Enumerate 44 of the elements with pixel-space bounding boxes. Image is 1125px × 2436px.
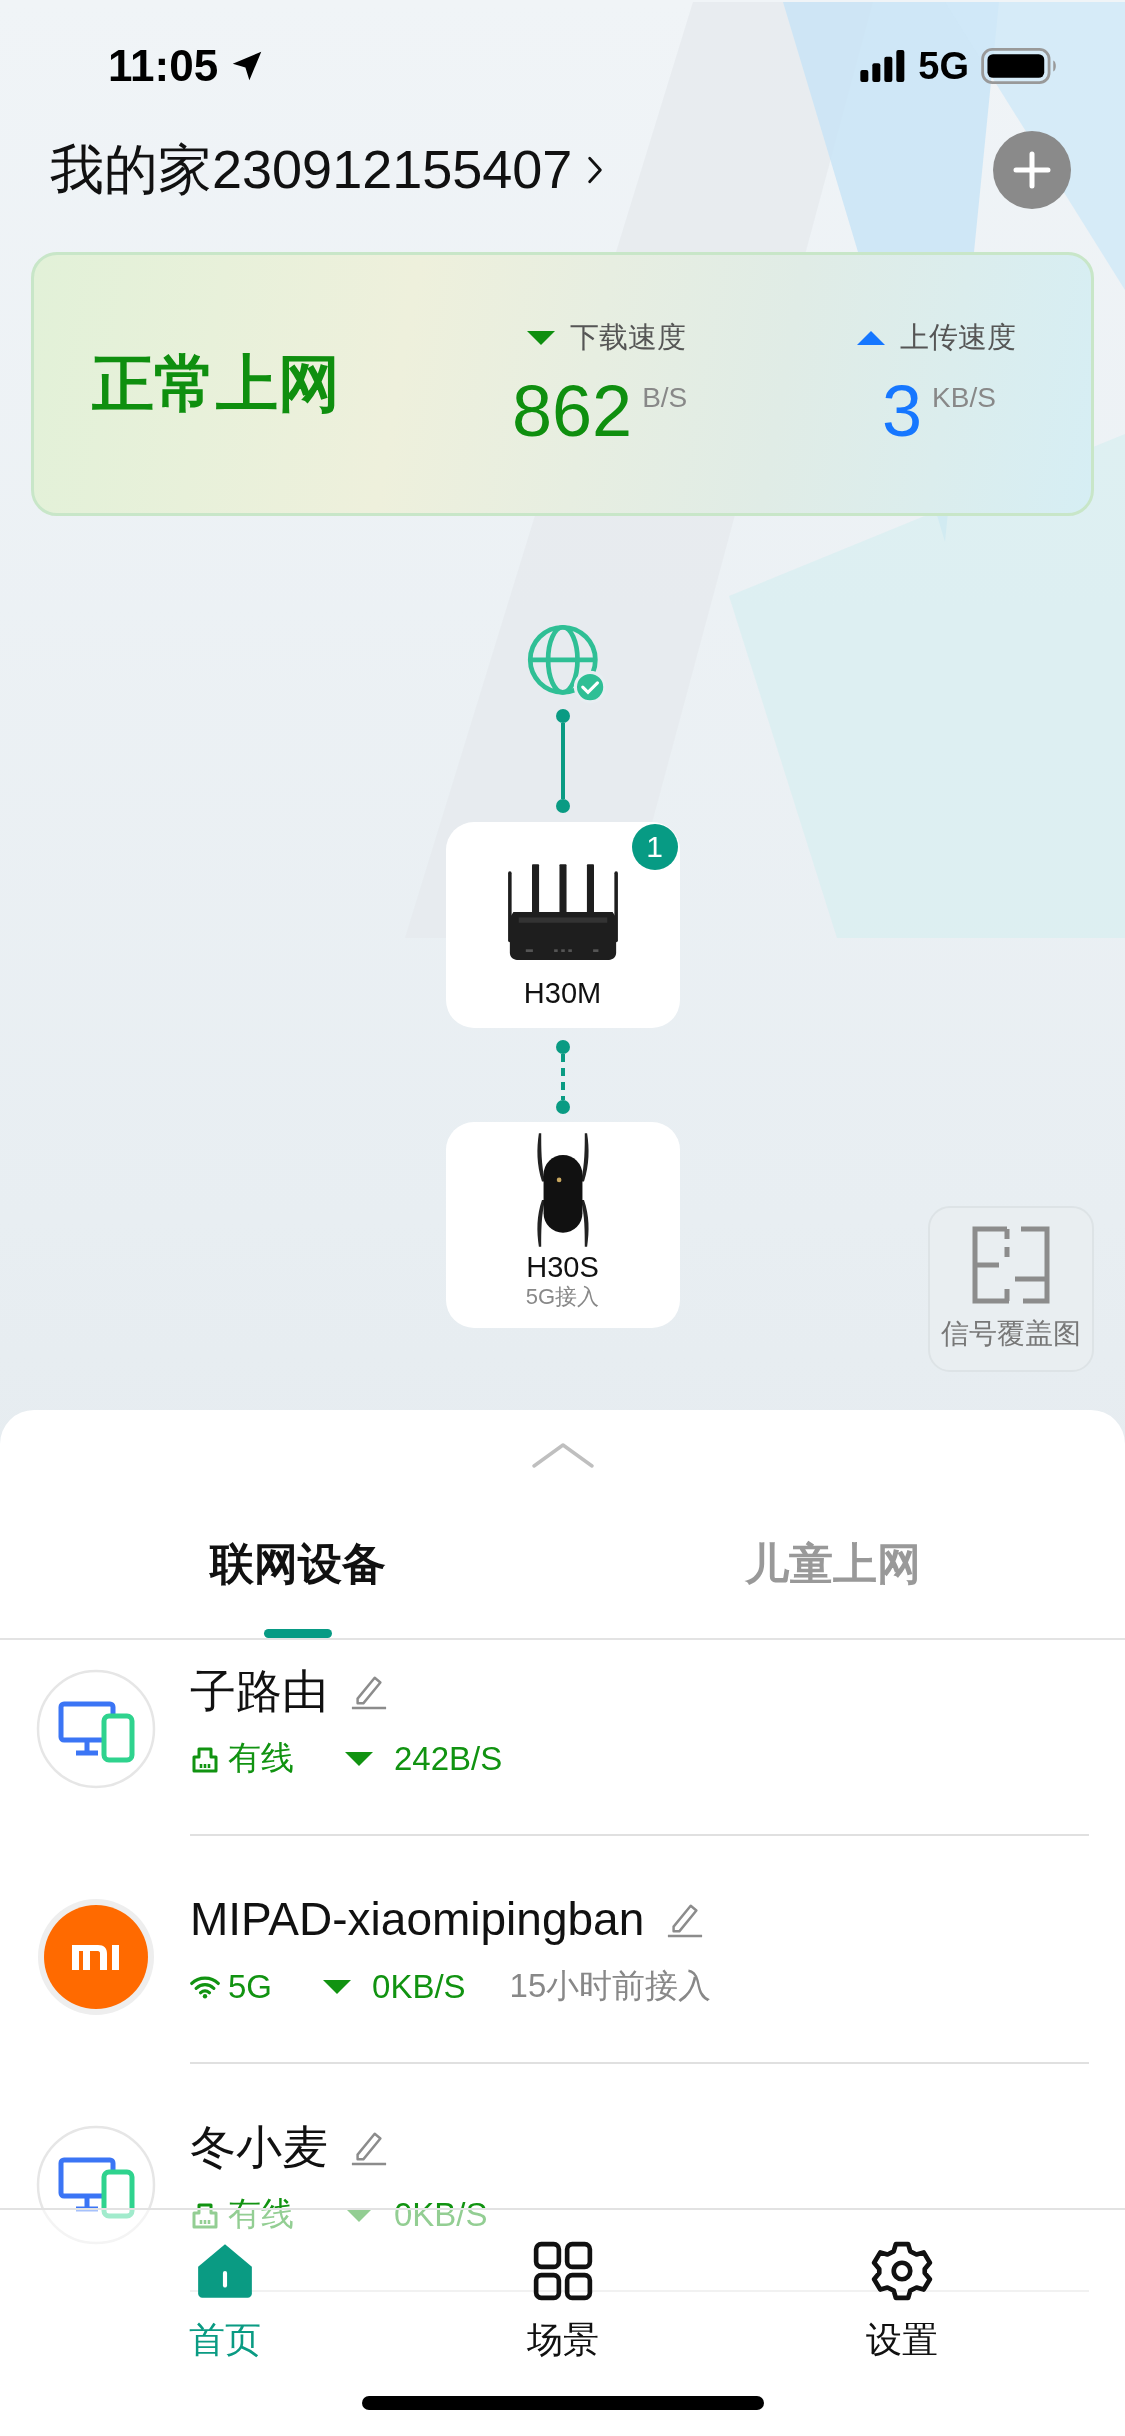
nav-item[interactable]: 场景 — [394, 2240, 733, 2365]
network-type: 5G — [918, 44, 969, 88]
battery-icon — [981, 48, 1059, 84]
device-name: H30M — [523, 976, 602, 1010]
mi-logo-icon — [36, 1897, 156, 2017]
grid-icon — [532, 2240, 595, 2302]
speed-value: 862 — [512, 372, 633, 450]
connected-time: 15小时前接入 — [509, 1966, 712, 2006]
speed-value: 3 — [882, 372, 923, 450]
monitor-phone-icon — [36, 2125, 156, 2245]
status-time: 11:05 — [108, 41, 219, 91]
speed-label: 下载速度 — [570, 320, 686, 355]
triangle-down-icon — [526, 330, 556, 346]
chevron-right-icon — [586, 155, 605, 185]
count-badge: 1 — [631, 824, 678, 870]
speed-label: 上传速度 — [900, 320, 1016, 355]
device-name: H30S — [526, 1250, 599, 1284]
triangle-down-icon — [322, 1978, 353, 1995]
device-node-card[interactable]: H30M 1 — [445, 822, 680, 1028]
device-name: MIPAD-xiaomipingban — [190, 1892, 645, 1946]
triangle-down-icon — [344, 1750, 374, 1767]
coverage-map-button[interactable]: 信号覆盖图 — [928, 1206, 1094, 1372]
triangle-up-icon — [856, 330, 886, 346]
add-button[interactable] — [993, 131, 1071, 209]
network-state: 正常上网 — [92, 348, 341, 420]
download-speed: 242B/S — [394, 1739, 503, 1778]
device-name: 子路由 — [190, 1664, 328, 1718]
device-node-card[interactable]: H30S 5G接入 — [445, 1122, 680, 1328]
speed-unit: B/S — [642, 382, 688, 414]
settings-icon — [870, 2240, 933, 2302]
monitor-phone-icon — [36, 1669, 156, 1789]
nav-item[interactable]: 设置 — [732, 2240, 1071, 2365]
download-speed: 0KB/S — [372, 1967, 466, 2006]
connection-type: 有线 — [228, 1738, 294, 1778]
speed-unit: KB/S — [932, 382, 996, 414]
connection-type: 5G — [228, 1967, 273, 2006]
tab-indicator — [263, 1629, 332, 1638]
signal-icon — [860, 50, 907, 82]
tab[interactable]: 联网设备 — [30, 1470, 566, 1638]
chevron-up-icon[interactable] — [530, 1440, 595, 1470]
home-selector[interactable]: 我的家230912155407 — [50, 133, 605, 207]
connection-label: 5G接入 — [525, 1284, 600, 1310]
floor-plan-icon — [971, 1225, 1051, 1305]
device-name: 冬小麦 — [190, 2120, 328, 2174]
